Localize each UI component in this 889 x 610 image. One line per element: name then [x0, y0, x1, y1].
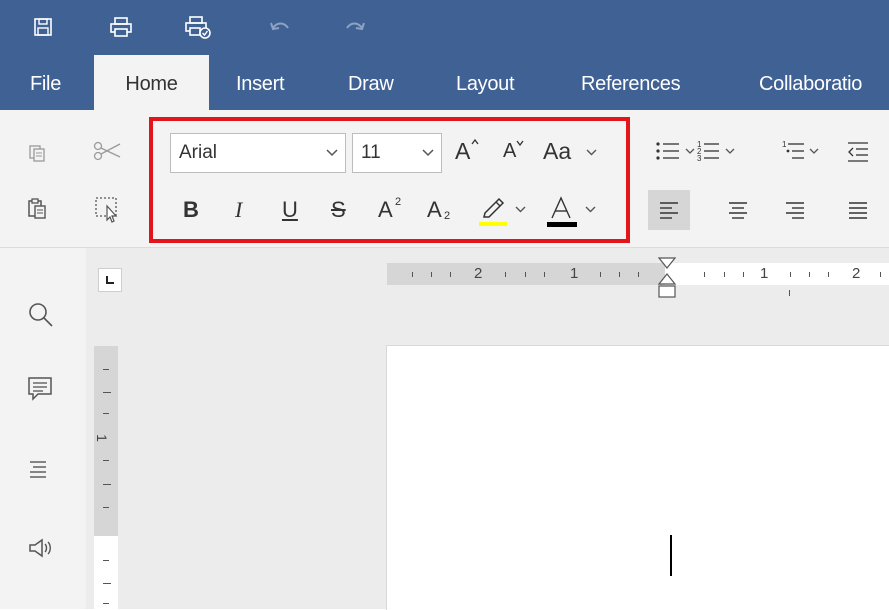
left-tab-icon [106, 276, 114, 284]
tab-home[interactable]: Home [94, 55, 209, 110]
multilevel-list-icon: 1 [782, 140, 819, 159]
scissors-icon [93, 141, 121, 161]
paste-button[interactable] [22, 193, 52, 223]
font-name-value: Arial [179, 142, 218, 163]
grow-font-label: A [455, 138, 471, 164]
ruler-label: 2 [474, 265, 483, 282]
print-icon [110, 17, 132, 37]
align-left-button[interactable] [648, 190, 690, 230]
headings-icon [30, 461, 46, 478]
feedback-button[interactable] [26, 535, 62, 571]
subscript-button[interactable]: A 2 [427, 197, 457, 225]
multilevel-list-button[interactable]: 1 [782, 138, 832, 168]
highlight-color-button[interactable] [477, 194, 529, 228]
tab-references[interactable]: References [581, 55, 681, 110]
font-size-value: 11 [361, 142, 381, 163]
superscript-base-label: A [378, 197, 393, 222]
highlight-color-swatch [479, 222, 507, 226]
ruler-label: 1 [93, 434, 110, 442]
text-cursor [670, 535, 672, 576]
search-button[interactable] [26, 300, 62, 336]
font-size-select[interactable]: 11 [352, 133, 442, 173]
font-color-button[interactable] [545, 194, 603, 228]
numbered-list-icon: 1 2 3 [697, 140, 735, 163]
megaphone-icon [29, 538, 51, 558]
align-right-button[interactable] [775, 190, 815, 230]
align-justify-icon [849, 202, 867, 219]
paste-icon [28, 198, 46, 219]
caret-down-icon [516, 140, 524, 146]
tab-file[interactable]: File [30, 55, 61, 110]
select-all-button[interactable] [89, 192, 125, 226]
justify-button[interactable] [838, 190, 878, 230]
bold-button[interactable]: B [183, 197, 205, 225]
bold-label: B [183, 197, 199, 222]
caret-up-icon [471, 139, 479, 145]
font-color-icon [551, 196, 571, 219]
align-center-button[interactable] [718, 190, 758, 230]
highlighter-icon [483, 197, 505, 218]
change-case-button[interactable]: Aa [543, 137, 603, 169]
shrink-font-button[interactable]: A [503, 140, 531, 170]
shrink-font-label: A [503, 140, 517, 162]
comments-button[interactable] [26, 375, 62, 411]
cut-button[interactable] [89, 136, 125, 166]
indent-marker[interactable] [656, 256, 680, 302]
font-color-swatch [547, 222, 577, 227]
italic-button[interactable]: I [233, 197, 255, 225]
underline-label: U [282, 197, 298, 222]
numbering-button[interactable]: 1 2 3 [697, 138, 747, 168]
chevron-down-icon [585, 206, 596, 213]
font-name-select[interactable]: Arial [170, 133, 346, 173]
chevron-down-icon [586, 149, 597, 156]
underline-button[interactable]: U [281, 197, 303, 225]
document-page[interactable] [386, 345, 889, 610]
undo-button[interactable] [262, 10, 298, 44]
undo-icon [270, 22, 289, 31]
redo-button[interactable] [337, 10, 373, 44]
superscript-button[interactable]: A 2 [378, 196, 408, 225]
ruler-label: 2 [852, 265, 861, 282]
decrease-indent-icon [848, 142, 868, 162]
strikethrough-button[interactable]: S [329, 197, 351, 225]
chevron-down-icon [319, 149, 345, 157]
strikethrough-label: S [331, 197, 346, 222]
align-right-icon [786, 202, 804, 219]
tab-draw[interactable]: Draw [348, 55, 394, 110]
decrease-indent-button[interactable] [846, 140, 876, 170]
copy-button[interactable] [22, 138, 52, 168]
align-left-icon [660, 202, 678, 219]
grow-font-button[interactable]: A [455, 138, 483, 168]
save-icon [34, 18, 52, 36]
save-button[interactable] [25, 10, 61, 44]
subscript-base-label: A [427, 197, 442, 222]
navigation-button[interactable] [26, 455, 62, 491]
redo-icon [346, 22, 365, 31]
svg-text:3: 3 [697, 154, 702, 163]
print-preview-button[interactable] [180, 10, 216, 44]
search-icon [29, 303, 53, 327]
tab-insert[interactable]: Insert [236, 55, 285, 110]
chevron-down-icon [515, 206, 526, 213]
italic-label: I [235, 197, 243, 222]
print-button[interactable] [103, 10, 139, 44]
copy-icon [29, 145, 45, 162]
ruler-margin-left [387, 263, 665, 285]
ruler-label: 1 [570, 265, 579, 282]
change-case-label: Aa [543, 138, 572, 164]
print-preview-icon [185, 16, 211, 39]
align-center-icon [729, 202, 747, 219]
tab-collaboration[interactable]: Collaboratio [759, 55, 862, 110]
select-cursor-icon [95, 197, 118, 223]
chevron-down-icon [415, 149, 441, 157]
tab-stop-selector[interactable] [98, 268, 122, 292]
ruler-label: 1 [760, 265, 769, 282]
tab-layout[interactable]: Layout [456, 55, 515, 110]
svg-text:1: 1 [782, 140, 787, 149]
subscript-mark-label: 2 [444, 210, 451, 222]
superscript-mark-label: 2 [395, 196, 402, 208]
comment-icon [28, 377, 52, 401]
